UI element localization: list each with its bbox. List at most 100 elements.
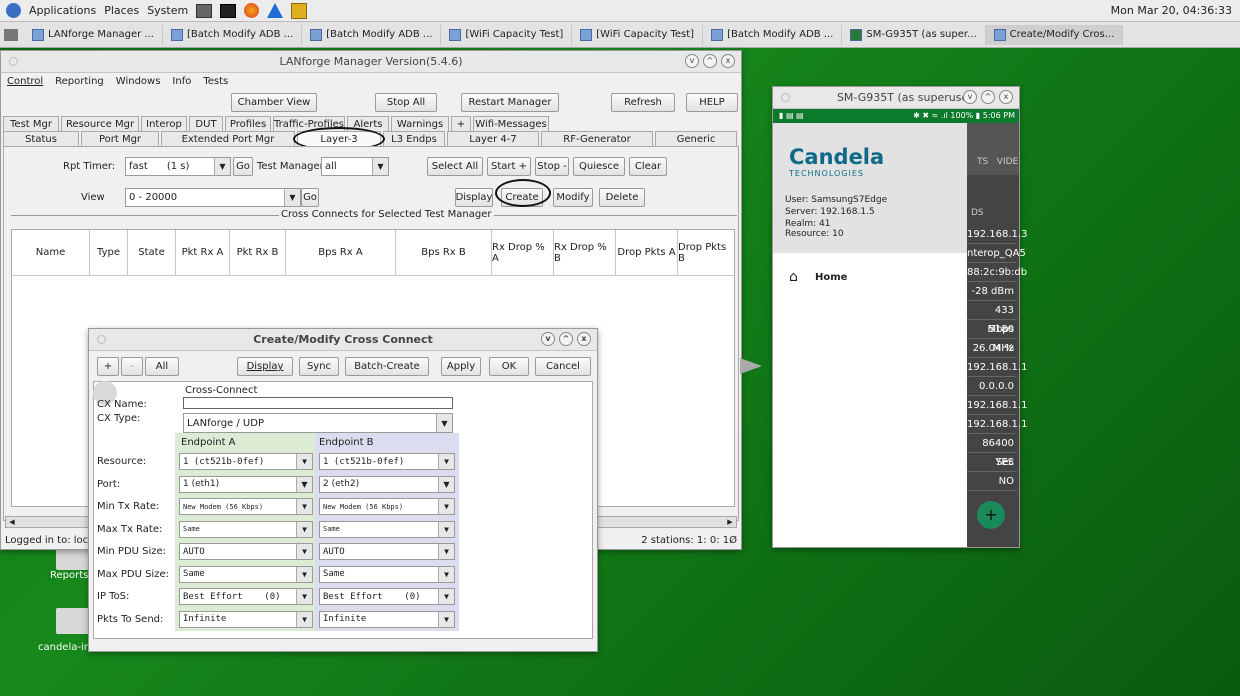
cx-type-select[interactable]: LANforge / UDP ▼ — [183, 413, 453, 433]
modify-button[interactable]: Modify — [553, 188, 593, 207]
minimize-icon[interactable]: v — [963, 90, 977, 104]
port-endpoint-a-select[interactable]: 1 (eth1) ▼ — [179, 475, 313, 493]
menu-applications[interactable]: Applications — [29, 4, 96, 17]
scroll-right-icon[interactable]: ▶ — [724, 517, 736, 527]
col-name[interactable]: Name — [12, 230, 90, 275]
minimize-icon[interactable]: v — [541, 332, 555, 346]
rpt-timer-go-button[interactable]: Go — [233, 157, 253, 176]
tab-status[interactable]: Status — [3, 131, 79, 146]
pkts-to-send-endpoint-b-select[interactable]: Infinite ▼ — [319, 610, 455, 628]
col-bps-rx-b[interactable]: Bps Rx B — [396, 230, 492, 275]
select-all-button[interactable]: Select All — [427, 157, 483, 176]
pkts-to-send-endpoint-a-select[interactable]: Infinite ▼ — [179, 610, 313, 628]
view-go-button[interactable]: Go — [301, 188, 319, 207]
chamber-view-button[interactable]: Chamber View — [231, 93, 317, 112]
tab-generic[interactable]: Generic — [655, 131, 737, 146]
cancel-button[interactable]: Cancel — [535, 357, 591, 376]
port-endpoint-b-select[interactable]: 2 (eth2) ▼ — [319, 475, 455, 493]
col-rx-drop-b[interactable]: Rx Drop % B — [554, 230, 616, 275]
taskbar-item-wifi-capacity-1[interactable]: [WiFi Capacity Test] — [441, 24, 573, 45]
delete-button[interactable]: Delete — [599, 188, 645, 207]
min-pdu-size-endpoint-b-select[interactable]: AUTO ▼ — [319, 543, 455, 560]
gui-launcher-icon[interactable] — [291, 2, 308, 19]
taskbar-item-create-modify[interactable]: Create/Modify Cros... — [985, 24, 1124, 45]
col-type[interactable]: Type — [90, 230, 128, 275]
tab-interop[interactable]: Interop — [141, 116, 187, 131]
menu-control[interactable]: Control — [7, 76, 43, 87]
stop-all-button[interactable]: Stop All — [375, 93, 437, 112]
test-manager-select[interactable]: all ▼ — [321, 157, 389, 176]
menu-places[interactable]: Places — [104, 4, 139, 17]
refresh-button[interactable]: Refresh — [611, 93, 675, 112]
start-button[interactable]: Start + — [487, 157, 531, 176]
fab-button[interactable]: + — [977, 501, 1005, 529]
col-rx-drop-a[interactable]: Rx Drop % A — [492, 230, 554, 275]
clock[interactable]: Mon Mar 20, 04:36:33 — [1111, 4, 1232, 17]
monitor-launcher-icon[interactable] — [220, 3, 237, 18]
max-pdu-size-endpoint-b-select[interactable]: Same ▼ — [319, 565, 455, 583]
taskbar-item-sm-g935t[interactable]: SM-G935T (as super... — [842, 24, 986, 45]
app-tabs-label[interactable]: TS VIDE — [977, 157, 1018, 167]
view-select[interactable]: 0 - 20000 ▼ — [125, 188, 301, 207]
ip-tos-endpoint-a-select[interactable]: Best Effort (0) ▼ — [179, 588, 313, 605]
scroll-left-icon[interactable]: ◀ — [6, 517, 18, 527]
resource-endpoint-b-select[interactable]: 1 (ct521b-0fef) ▼ — [319, 453, 455, 470]
taskbar-item-wifi-capacity-2[interactable]: [WiFi Capacity Test] — [572, 24, 704, 45]
maximize-icon[interactable]: ^ — [559, 332, 573, 346]
menu-tests[interactable]: Tests — [203, 76, 228, 87]
menu-windows[interactable]: Windows — [116, 76, 161, 87]
min-tx-rate-endpoint-a-select[interactable]: New Modem (56 Kbps) ▼ — [179, 498, 313, 515]
firefox-icon[interactable] — [244, 3, 260, 18]
drawer-item-home[interactable]: ⌂ Home — [773, 267, 967, 291]
tab-resource-mgr[interactable]: Resource Mgr — [61, 116, 139, 131]
show-desktop-icon[interactable] — [4, 28, 18, 41]
clear-button[interactable]: Clear — [629, 157, 667, 176]
ip-tos-endpoint-b-select[interactable]: Best Effort (0) ▼ — [319, 588, 455, 605]
restart-manager-button[interactable]: Restart Manager — [461, 93, 559, 112]
col-drop-pkts-a[interactable]: Drop Pkts A — [616, 230, 678, 275]
all-button[interactable]: All — [145, 357, 179, 376]
tab-wifi-messages[interactable]: Wifi-Messages — [473, 116, 549, 131]
taskbar-item-batch-modify-2[interactable]: [Batch Modify ADB ... — [302, 24, 442, 45]
tab-test-mgr[interactable]: Test Mgr — [3, 116, 59, 131]
cx-name-input[interactable] — [183, 397, 453, 409]
col-pkt-rx-b[interactable]: Pkt Rx B — [230, 230, 286, 275]
resource-endpoint-a-select[interactable]: 1 (ct521b-0fef) ▼ — [179, 453, 313, 470]
dialog-display-button[interactable]: Display — [237, 357, 293, 376]
close-icon[interactable]: x — [721, 54, 735, 68]
close-icon[interactable]: x — [577, 332, 591, 346]
tab-profiles[interactable]: Profiles — [225, 116, 271, 131]
terminal-launcher-icon[interactable] — [196, 3, 213, 18]
tab-port-mgr[interactable]: Port Mgr — [81, 131, 159, 146]
maximize-icon[interactable]: ^ — [981, 90, 995, 104]
col-pkt-rx-a[interactable]: Pkt Rx A — [176, 230, 230, 275]
tab-layer-4-7[interactable]: Layer 4-7 — [447, 131, 539, 146]
col-bps-rx-a[interactable]: Bps Rx A — [286, 230, 396, 275]
dialog-titlebar[interactable]: Create/Modify Cross Connect v ^ x — [89, 329, 597, 351]
menu-system[interactable]: System — [147, 4, 188, 17]
quiesce-button[interactable]: Quiesce — [573, 157, 625, 176]
maximize-icon[interactable]: ^ — [703, 54, 717, 68]
tab-rf-generator[interactable]: RF-Generator — [541, 131, 653, 146]
help-button[interactable]: HELP — [686, 93, 738, 112]
tab-warnings[interactable]: Warnings — [391, 116, 449, 131]
minimize-icon[interactable]: v — [685, 54, 699, 68]
tab-extended-port-mgr[interactable]: Extended Port Mgr — [161, 131, 295, 146]
tab-plus[interactable]: + — [451, 116, 471, 131]
max-tx-rate-endpoint-a-select[interactable]: Same ▼ — [179, 520, 313, 538]
rpt-timer-select[interactable]: fast (1 s) ▼ — [125, 157, 231, 176]
tab-l3-endps[interactable]: L3 Endps — [383, 131, 445, 146]
manager-titlebar[interactable]: LANforge Manager Version(5.4.6) v ^ x — [1, 51, 741, 73]
ok-button[interactable]: OK — [489, 357, 529, 376]
add-button[interactable]: + — [97, 357, 119, 376]
remove-button[interactable]: - — [121, 357, 143, 376]
max-tx-rate-endpoint-b-select[interactable]: Same ▼ — [319, 520, 455, 538]
taskbar-item-batch-modify-3[interactable]: [Batch Modify ADB ... — [703, 24, 843, 45]
col-drop-pkts-b[interactable]: Drop Pkts B — [678, 230, 736, 275]
stop-button[interactable]: Stop - — [535, 157, 569, 176]
close-icon[interactable]: x — [999, 90, 1013, 104]
launcher-icon[interactable] — [267, 3, 284, 18]
sync-button[interactable]: Sync — [299, 357, 339, 376]
applications-icon[interactable] — [6, 3, 21, 18]
display-button[interactable]: Display — [455, 188, 493, 207]
